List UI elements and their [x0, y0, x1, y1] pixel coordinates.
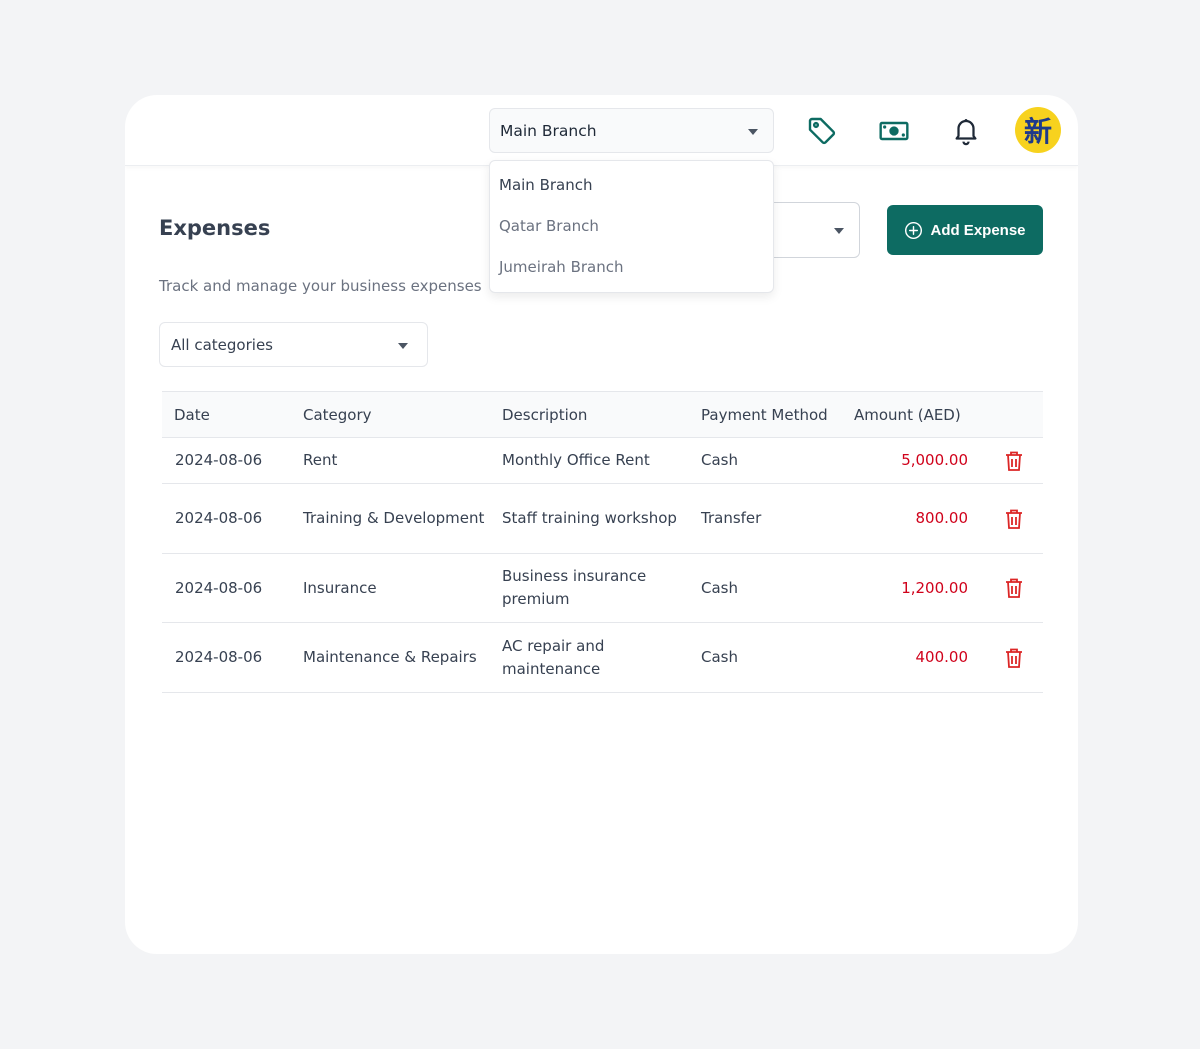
table-row: 2024-08-06 Insurance Business insurance …	[162, 554, 1043, 623]
top-bar: Main Branch 新	[125, 95, 1078, 166]
cash-icon[interactable]	[876, 113, 912, 149]
column-header-description: Description	[502, 406, 588, 424]
category-filter-value: All categories	[171, 335, 273, 354]
row-payment-method: Cash	[701, 578, 738, 597]
plus-circle-icon	[905, 221, 923, 239]
add-expense-label: Add Expense	[930, 221, 1026, 239]
row-amount: 1,200.00	[901, 578, 968, 597]
row-date: 2024-08-06	[175, 648, 263, 666]
table-row: 2024-08-06 Maintenance & Repairs AC repa…	[162, 623, 1043, 693]
category-filter-select[interactable]: All categories	[159, 322, 428, 367]
branch-select-value: Main Branch	[500, 121, 597, 140]
column-header-amount: Amount (AED)	[854, 406, 961, 424]
branch-dropdown-menu: Main Branch Qatar Branch Jumeirah Branch	[489, 160, 774, 293]
avatar-glyph: 新	[1023, 115, 1052, 148]
row-description: Staff training workshop	[502, 509, 677, 527]
add-expense-button[interactable]: Add Expense	[887, 205, 1043, 255]
row-date: 2024-08-06	[175, 509, 263, 527]
branch-option-main[interactable]: Main Branch	[499, 176, 593, 194]
table-row: 2024-08-06 Training & Development Staff …	[162, 484, 1043, 554]
row-payment-method: Transfer	[701, 509, 762, 527]
avatar[interactable]: 新	[1015, 107, 1061, 153]
expenses-table: Date Category Description Payment Method…	[162, 391, 1043, 693]
row-payment-method: Cash	[701, 648, 738, 666]
column-header-category: Category	[303, 406, 372, 424]
bell-icon[interactable]	[948, 113, 984, 149]
column-header-payment-method: Payment Method	[701, 406, 828, 424]
page-title: Expenses	[159, 216, 271, 240]
trash-icon[interactable]	[1000, 623, 1028, 692]
trash-icon[interactable]	[1000, 554, 1028, 622]
row-amount: 800.00	[915, 509, 969, 527]
row-amount: 5,000.00	[901, 451, 968, 469]
row-payment-method: Cash	[701, 451, 738, 469]
row-description: Monthly Office Rent	[502, 451, 650, 469]
row-description: AC repair and maintenance	[502, 636, 605, 678]
chevron-down-icon	[398, 343, 408, 349]
tag-icon[interactable]	[804, 113, 840, 149]
chevron-down-icon	[748, 129, 758, 135]
row-category: Insurance	[303, 578, 377, 597]
page-subtitle: Track and manage your business expenses	[159, 277, 482, 295]
row-date: 2024-08-06	[175, 578, 263, 597]
chevron-down-icon	[834, 228, 844, 234]
branch-select[interactable]: Main Branch	[489, 108, 774, 153]
row-category: Rent	[303, 451, 338, 469]
trash-icon[interactable]	[1000, 484, 1028, 553]
trash-icon[interactable]	[1000, 438, 1028, 483]
row-amount: 400.00	[915, 648, 969, 666]
table-row: 2024-08-06 Rent Monthly Office Rent Cash…	[162, 438, 1043, 484]
row-description: Business insurance premium	[502, 567, 647, 608]
branch-option-jumeirah[interactable]: Jumeirah Branch	[499, 258, 623, 276]
branch-option-qatar[interactable]: Qatar Branch	[499, 217, 599, 235]
column-header-date: Date	[174, 406, 210, 424]
table-header: Date Category Description Payment Method…	[162, 391, 1043, 438]
row-category: Training & Development	[303, 509, 485, 527]
row-category: Maintenance & Repairs	[303, 648, 477, 666]
row-date: 2024-08-06	[175, 451, 263, 469]
